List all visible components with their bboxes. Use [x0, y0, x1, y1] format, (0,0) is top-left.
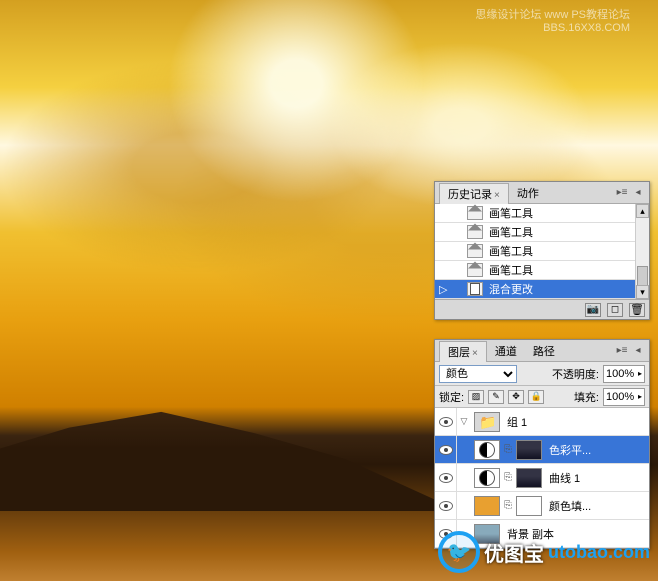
adjustment-icon — [474, 440, 500, 460]
layers-panel-header: 图层× 通道 路径 ▸≡ ◂ — [435, 340, 649, 362]
layer-row[interactable]: ⎘ 颜色填... — [435, 492, 649, 520]
brush-icon — [467, 244, 483, 258]
watermark-bottom: 🐦 优图宝 utobao.com — [438, 531, 650, 573]
layer-row[interactable]: ⎘ 曲线 1 — [435, 464, 649, 492]
layer-mask-thumb[interactable] — [516, 440, 542, 460]
tab-close-icon[interactable]: × — [472, 348, 478, 359]
history-row[interactable]: 画笔工具 — [435, 261, 649, 280]
panel-collapse-icon[interactable]: ◂ — [631, 344, 645, 358]
layer-list: ▽ 组 1 ⎘ 色彩平... ⎘ 曲线 1 ⎘ 颜色填... — [435, 408, 649, 548]
panel-menu-icon[interactable]: ▸≡ — [615, 186, 629, 200]
history-row-selected[interactable]: ▷ 混合更改 — [435, 280, 649, 299]
link-icon: ⎘ — [503, 500, 513, 511]
layer-row-selected[interactable]: ⎘ 色彩平... — [435, 436, 649, 464]
link-icon: ⎘ — [503, 444, 513, 455]
scroll-up-icon[interactable]: ▴ — [636, 204, 649, 218]
history-panel: 历史记录× 动作 ▸≡ ◂ 画笔工具 画笔工具 画笔工具 画笔工具 ▷ — [434, 181, 650, 320]
watermark-line1: 思缘设计论坛 www PS教程论坛 — [475, 6, 630, 22]
lock-pixels-icon[interactable]: ✎ — [488, 390, 504, 404]
watermark-top: 思缘设计论坛 www PS教程论坛 BBS.16XX8.COM — [475, 6, 630, 34]
watermark-line2: BBS.16XX8.COM — [475, 22, 630, 34]
eye-icon — [439, 501, 453, 511]
history-marker-icon: ▷ — [439, 283, 467, 296]
history-panel-header: 历史记录× 动作 ▸≡ ◂ — [435, 182, 649, 204]
visibility-toggle[interactable] — [435, 492, 457, 519]
visibility-toggle[interactable] — [435, 408, 457, 435]
dropdown-icon[interactable]: ▸ — [638, 392, 642, 401]
visibility-toggle[interactable] — [435, 464, 457, 491]
eye-icon — [439, 417, 453, 427]
folder-icon — [474, 412, 500, 432]
tab-paths[interactable]: 路径 — [525, 341, 563, 361]
lock-position-icon[interactable]: ✥ — [508, 390, 524, 404]
eye-icon — [439, 445, 453, 455]
tab-history[interactable]: 历史记录× — [439, 183, 509, 204]
panel-menu-icon[interactable]: ▸≡ — [615, 344, 629, 358]
layer-mask-thumb[interactable] — [516, 496, 542, 516]
history-row[interactable]: 画笔工具 — [435, 242, 649, 261]
layer-row-group[interactable]: ▽ 组 1 — [435, 408, 649, 436]
new-snapshot-icon[interactable]: ◻ — [607, 303, 623, 317]
tab-close-icon[interactable]: × — [494, 190, 500, 201]
brush-icon — [467, 206, 483, 220]
fill-field[interactable]: 100%▸ — [603, 388, 645, 406]
brush-icon — [467, 263, 483, 277]
blend-mode-select[interactable]: 颜色 — [439, 365, 517, 383]
history-row[interactable]: 画笔工具 — [435, 204, 649, 223]
adjustment-icon — [474, 468, 500, 488]
document-icon — [467, 282, 483, 296]
panel-collapse-icon[interactable]: ◂ — [631, 186, 645, 200]
brand-domain: utobao.com — [548, 542, 650, 563]
snapshot-icon[interactable]: 📷 — [585, 303, 601, 317]
layers-lock-row: 锁定: ▨ ✎ ✥ 🔒 填充: 100%▸ — [435, 386, 649, 408]
brand-name: 优图宝 — [484, 538, 544, 567]
opacity-label: 不透明度: — [552, 366, 599, 382]
tab-channels[interactable]: 通道 — [487, 341, 525, 361]
trash-icon[interactable] — [629, 303, 645, 317]
history-footer: 📷 ◻ — [435, 299, 649, 319]
brush-icon — [467, 225, 483, 239]
opacity-field[interactable]: 100%▸ — [603, 365, 645, 383]
fill-label: 填充: — [574, 389, 599, 405]
tab-actions[interactable]: 动作 — [509, 183, 547, 203]
layers-panel: 图层× 通道 路径 ▸≡ ◂ 颜色 不透明度: 100%▸ 锁定: ▨ ✎ ✥ … — [434, 339, 650, 549]
color-fill-thumb — [474, 496, 500, 516]
mountain-silhouette — [0, 407, 461, 512]
layers-options-row: 颜色 不透明度: 100%▸ — [435, 362, 649, 386]
link-icon: ⎘ — [503, 472, 513, 483]
tab-layers[interactable]: 图层× — [439, 341, 487, 362]
history-scrollbar[interactable]: ▴ ▾ — [635, 204, 649, 299]
brand-logo-icon: 🐦 — [438, 531, 480, 573]
lock-label: 锁定: — [439, 389, 464, 405]
history-row[interactable]: 画笔工具 — [435, 223, 649, 242]
visibility-toggle[interactable] — [435, 436, 457, 463]
scroll-down-icon[interactable]: ▾ — [636, 285, 649, 299]
layer-mask-thumb[interactable] — [516, 468, 542, 488]
lock-transparency-icon[interactable]: ▨ — [468, 390, 484, 404]
group-twisty-icon[interactable]: ▽ — [457, 416, 471, 427]
lock-all-icon[interactable]: 🔒 — [528, 390, 544, 404]
eye-icon — [439, 473, 453, 483]
history-list: 画笔工具 画笔工具 画笔工具 画笔工具 ▷ 混合更改 ▴ ▾ — [435, 204, 649, 299]
dropdown-icon[interactable]: ▸ — [638, 369, 642, 378]
